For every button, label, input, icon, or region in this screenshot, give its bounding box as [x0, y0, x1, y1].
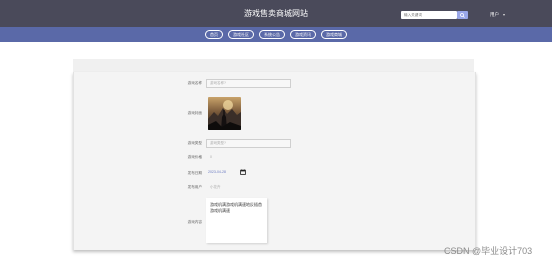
game-name-label: 游戏名称 [187, 81, 202, 85]
game-name-field[interactable]: 游戏名称? [206, 79, 291, 88]
game-cover-label: 游戏封面 [187, 111, 202, 115]
nav-item-community[interactable]: 游戏社区 [228, 30, 254, 39]
nav-menu: 首页 游戏社区 系统公告 游戏资讯 游戏商城 [0, 30, 552, 39]
nav-item-news[interactable]: 游戏资讯 [290, 30, 316, 39]
game-detail-card [73, 72, 476, 250]
site-title: 游戏售卖商城网站 [244, 9, 308, 18]
publisher-value: 小花卉 [210, 185, 221, 189]
nav-item-announcements[interactable]: 系统公告 [259, 30, 285, 39]
nav-bar: 首页 游戏社区 系统公告 游戏资讯 游戏商城 [0, 27, 552, 42]
game-sales-value: 0 [210, 155, 212, 159]
release-date-label: 发布日期 [187, 171, 202, 175]
user-menu[interactable]: 用户 [490, 11, 499, 19]
search-input[interactable] [401, 11, 457, 19]
calendar-icon[interactable] [240, 169, 246, 175]
chevron-down-icon[interactable]: ▾ [503, 11, 505, 19]
game-cover-image[interactable] [208, 97, 241, 130]
search-button[interactable] [457, 11, 468, 19]
watermark: CSDN @毕业设计703 [444, 246, 533, 256]
game-sales-label: 游戏价格 [187, 155, 202, 159]
nav-item-home[interactable]: 首页 [205, 30, 223, 39]
nav-item-store[interactable]: 游戏商城 [321, 30, 347, 39]
game-content-textarea[interactable]: 游戏机满游戏机满速地反插首游戏机满速 [206, 198, 267, 243]
game-type-label: 游戏类型 [187, 141, 202, 145]
top-bar: 游戏售卖商城网站 用户 ▾ [0, 0, 552, 27]
publisher-label: 发布用户 [187, 185, 202, 189]
game-type-field[interactable]: 游戏类型? [206, 139, 291, 148]
release-date-field[interactable]: 2023-04-28 [208, 169, 226, 176]
card-header [73, 59, 474, 72]
game-content-label: 游戏内容 [187, 220, 202, 224]
search-icon [460, 12, 465, 18]
